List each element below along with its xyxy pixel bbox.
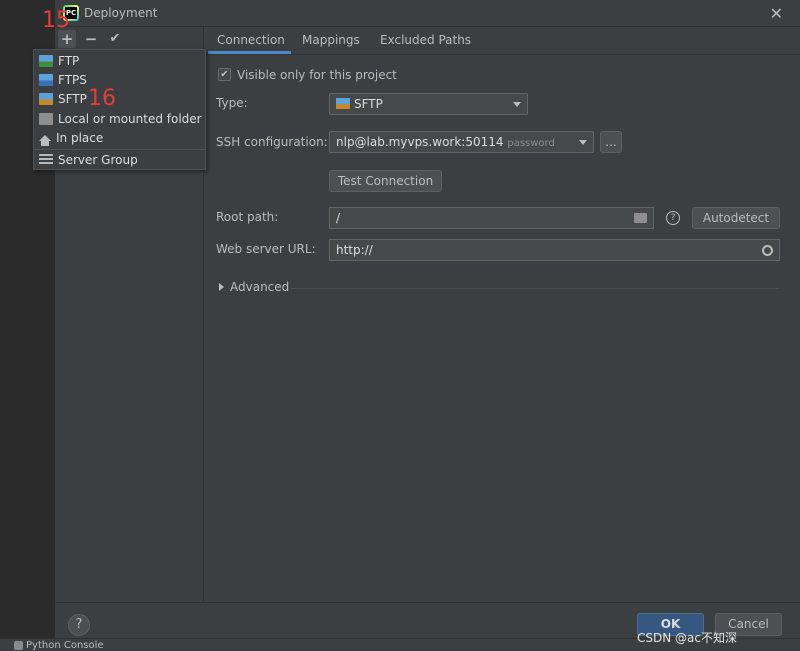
ssh-config-browse-button[interactable]: ... bbox=[600, 131, 622, 153]
annotation-step-15: 15 bbox=[42, 8, 70, 33]
root-path-label: Root path: bbox=[216, 210, 279, 224]
web-server-url-value: http:// bbox=[336, 243, 373, 257]
menu-item-ftp[interactable]: FTP bbox=[34, 51, 205, 70]
annotation-step-16: 16 bbox=[88, 86, 116, 111]
ftps-icon bbox=[39, 73, 53, 86]
python-console-label: Python Console bbox=[26, 640, 104, 651]
ssh-config-select[interactable]: nlp@lab.myvps.work:50114 password bbox=[329, 131, 594, 153]
folder-icon[interactable] bbox=[634, 213, 647, 223]
add-server-menu: FTP FTPS SFTP Local or mounted folder In… bbox=[33, 49, 206, 170]
tab-connection[interactable]: Connection bbox=[217, 33, 285, 47]
set-default-button[interactable]: ✔ bbox=[106, 30, 124, 48]
chevron-down-icon bbox=[513, 102, 521, 107]
visible-only-label: Visible only for this project bbox=[237, 68, 397, 82]
python-console-tab[interactable]: Python Console bbox=[14, 640, 104, 651]
menu-item-sftp[interactable]: SFTP bbox=[34, 89, 205, 108]
sftp-icon bbox=[39, 92, 53, 105]
test-connection-button[interactable]: Test Connection bbox=[329, 170, 442, 192]
active-tab-indicator bbox=[208, 51, 291, 54]
type-label: Type: bbox=[216, 96, 248, 110]
ssh-config-label: SSH configuration: bbox=[216, 135, 328, 149]
globe-icon[interactable] bbox=[762, 245, 773, 256]
root-path-value: / bbox=[336, 211, 341, 225]
python-icon bbox=[14, 641, 23, 650]
menu-item-label: Server Group bbox=[58, 152, 138, 167]
menu-item-ftps[interactable]: FTPS bbox=[34, 70, 205, 89]
tab-bar: Connection Mappings Excluded Paths bbox=[205, 27, 800, 55]
advanced-label: Advanced bbox=[230, 280, 290, 294]
type-select[interactable]: SFTP bbox=[329, 93, 528, 115]
menu-item-label: SFTP bbox=[58, 91, 87, 106]
title-bar: Deployment ✕ bbox=[55, 0, 800, 27]
window-title: Deployment bbox=[84, 6, 158, 20]
menu-item-local-folder[interactable]: Local or mounted folder bbox=[34, 109, 205, 128]
home-icon bbox=[39, 134, 51, 146]
ssh-auth-type: password bbox=[507, 138, 555, 149]
tab-excluded-paths[interactable]: Excluded Paths bbox=[380, 33, 471, 47]
menu-item-in-place[interactable]: In place bbox=[34, 128, 205, 147]
sftp-icon bbox=[336, 98, 350, 109]
menu-item-label: FTP bbox=[58, 53, 80, 68]
folder-icon bbox=[39, 112, 53, 125]
help-button[interactable]: ? bbox=[68, 614, 90, 636]
server-group-icon bbox=[39, 153, 53, 166]
chevron-down-icon bbox=[579, 140, 587, 145]
type-select-value: SFTP bbox=[354, 97, 383, 111]
tab-mappings[interactable]: Mappings bbox=[302, 33, 360, 47]
root-path-input[interactable]: / bbox=[329, 207, 654, 229]
menu-item-label: FTPS bbox=[58, 72, 87, 87]
menu-item-server-group[interactable]: Server Group bbox=[34, 150, 205, 169]
ssh-config-value: nlp@lab.myvps.work:50114 bbox=[336, 135, 504, 149]
menu-item-label: In place bbox=[56, 130, 104, 145]
close-icon[interactable]: ✕ bbox=[770, 4, 783, 23]
web-server-url-label: Web server URL: bbox=[216, 242, 316, 256]
menu-item-label: Local or mounted folder bbox=[58, 111, 202, 126]
advanced-divider bbox=[291, 288, 779, 289]
web-server-url-input[interactable]: http:// bbox=[329, 239, 780, 261]
help-icon[interactable]: ? bbox=[666, 211, 680, 225]
chevron-right-icon bbox=[219, 283, 224, 291]
advanced-section-toggle[interactable]: Advanced bbox=[219, 280, 289, 294]
ftp-icon bbox=[39, 54, 53, 67]
visible-only-checkbox[interactable]: ✔ bbox=[218, 68, 231, 81]
remove-server-button[interactable]: − bbox=[82, 30, 100, 48]
watermark: CSDN @ac不知深 bbox=[637, 631, 737, 645]
autodetect-button[interactable]: Autodetect bbox=[692, 207, 780, 229]
